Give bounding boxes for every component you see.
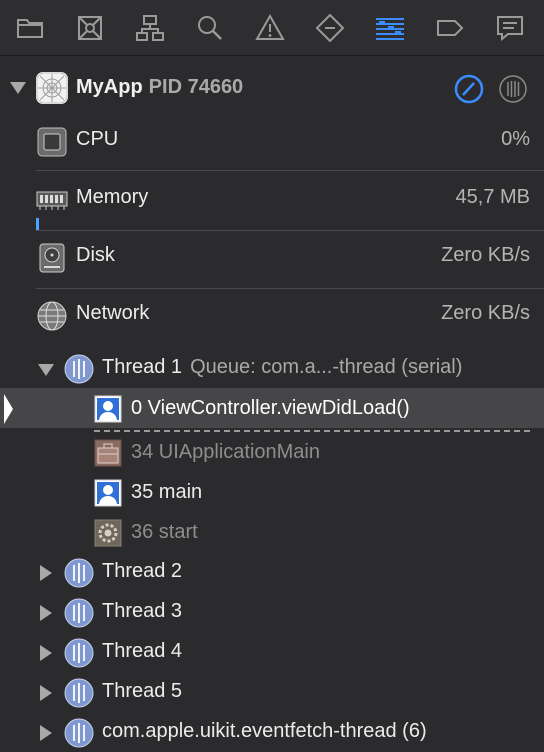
thread-row[interactable]: Thread 4 <box>0 632 544 672</box>
expand-triangle-icon[interactable] <box>40 725 52 741</box>
process-name: MyApp <box>76 76 143 98</box>
thread-row[interactable]: com.apple.uikit.eventfetch-thread (6) <box>0 712 544 752</box>
process-title: MyApp PID 74660 <box>76 76 243 99</box>
thread-icon <box>64 598 94 628</box>
thread-row[interactable]: Thread 2 <box>0 552 544 592</box>
gauge-memory[interactable]: Memory 45,7 MB <box>0 170 544 228</box>
thread-label: Thread 4 <box>102 640 183 662</box>
gauge-label: CPU <box>76 128 119 150</box>
stack-frame-row[interactable]: 0 ViewController.viewDidLoad() <box>0 388 544 428</box>
thread-queue: Queue: com.a...-thread (serial) <box>190 356 463 378</box>
thread-icon <box>64 558 94 588</box>
thread-label: Thread 3 <box>102 600 183 622</box>
thread-icon <box>64 718 94 748</box>
thread-icon <box>64 678 94 708</box>
gauge-value: Zero KB/s <box>441 302 530 324</box>
cpu-icon <box>36 126 68 158</box>
collapse-triangle-icon[interactable] <box>38 364 54 376</box>
gauge-label: Memory <box>76 186 149 208</box>
report-icon[interactable] <box>494 12 526 44</box>
thread-name: Thread 1 <box>102 356 183 378</box>
memory-icon <box>36 184 68 216</box>
expand-triangle-icon[interactable] <box>40 605 52 621</box>
gauge-value: Zero KB/s <box>441 244 530 266</box>
frame-label: 34 UIApplicationMain <box>131 441 320 463</box>
frame-label: 36 start <box>131 521 198 543</box>
collapse-triangle-icon[interactable] <box>10 82 26 94</box>
symbol-navigator-icon[interactable] <box>134 12 166 44</box>
expand-triangle-icon[interactable] <box>40 685 52 701</box>
thread-label: Thread 5 <box>102 680 183 702</box>
user-code-icon <box>94 479 122 507</box>
gauge-disk[interactable]: Disk Zero KB/s <box>0 228 544 286</box>
app-icon <box>36 72 68 104</box>
stack-frame-row[interactable]: 36 start <box>0 512 544 552</box>
stack-frame-row[interactable]: 34 UIApplicationMain <box>0 432 544 472</box>
thread-label: Thread 1 Queue: com.a...-thread (serial) <box>102 356 462 379</box>
gauge-cpu[interactable]: CPU 0% <box>0 112 544 170</box>
debug-navigator-icon[interactable] <box>374 12 406 44</box>
expand-triangle-icon[interactable] <box>40 645 52 661</box>
gauge-label: Disk <box>76 244 115 266</box>
gauge-value: 0% <box>501 128 530 150</box>
current-frame-marker-icon <box>2 392 20 426</box>
thread-row[interactable]: Thread 3 <box>0 592 544 632</box>
stack-frame-row[interactable]: 35 main <box>0 472 544 512</box>
thread-row[interactable]: Thread 5 <box>0 672 544 712</box>
thread-label: Thread 2 <box>102 560 183 582</box>
thread-row[interactable]: Thread 1 Queue: com.a...-thread (serial) <box>0 348 544 388</box>
warning-icon[interactable] <box>254 12 286 44</box>
user-code-icon <box>94 395 122 423</box>
gauge-value: 45,7 MB <box>455 186 530 208</box>
network-globe-icon <box>36 300 68 332</box>
gauge-label: Network <box>76 302 150 324</box>
search-icon[interactable] <box>194 12 226 44</box>
debug-gauge-button[interactable] <box>453 73 485 105</box>
disk-icon <box>36 242 68 274</box>
pause-process-button[interactable] <box>498 74 528 104</box>
test-navigator-icon[interactable] <box>314 12 346 44</box>
folder-icon[interactable] <box>14 12 46 44</box>
thread-icon <box>64 638 94 668</box>
thread-icon <box>64 354 94 384</box>
navigator-toolbar <box>0 0 544 56</box>
expand-triangle-icon[interactable] <box>40 565 52 581</box>
system-gear-icon <box>94 519 122 547</box>
process-pid: PID 74660 <box>148 76 244 98</box>
thread-label: com.apple.uikit.eventfetch-thread (6) <box>102 720 427 742</box>
frame-label: 0 ViewController.viewDidLoad() <box>131 397 410 419</box>
framework-icon <box>94 439 122 467</box>
process-row[interactable]: MyApp PID 74660 <box>0 60 544 116</box>
breakpoint-icon[interactable] <box>434 12 466 44</box>
gauge-network[interactable]: Network Zero KB/s <box>0 286 544 344</box>
source-control-icon[interactable] <box>74 12 106 44</box>
frame-label: 35 main <box>131 481 203 503</box>
